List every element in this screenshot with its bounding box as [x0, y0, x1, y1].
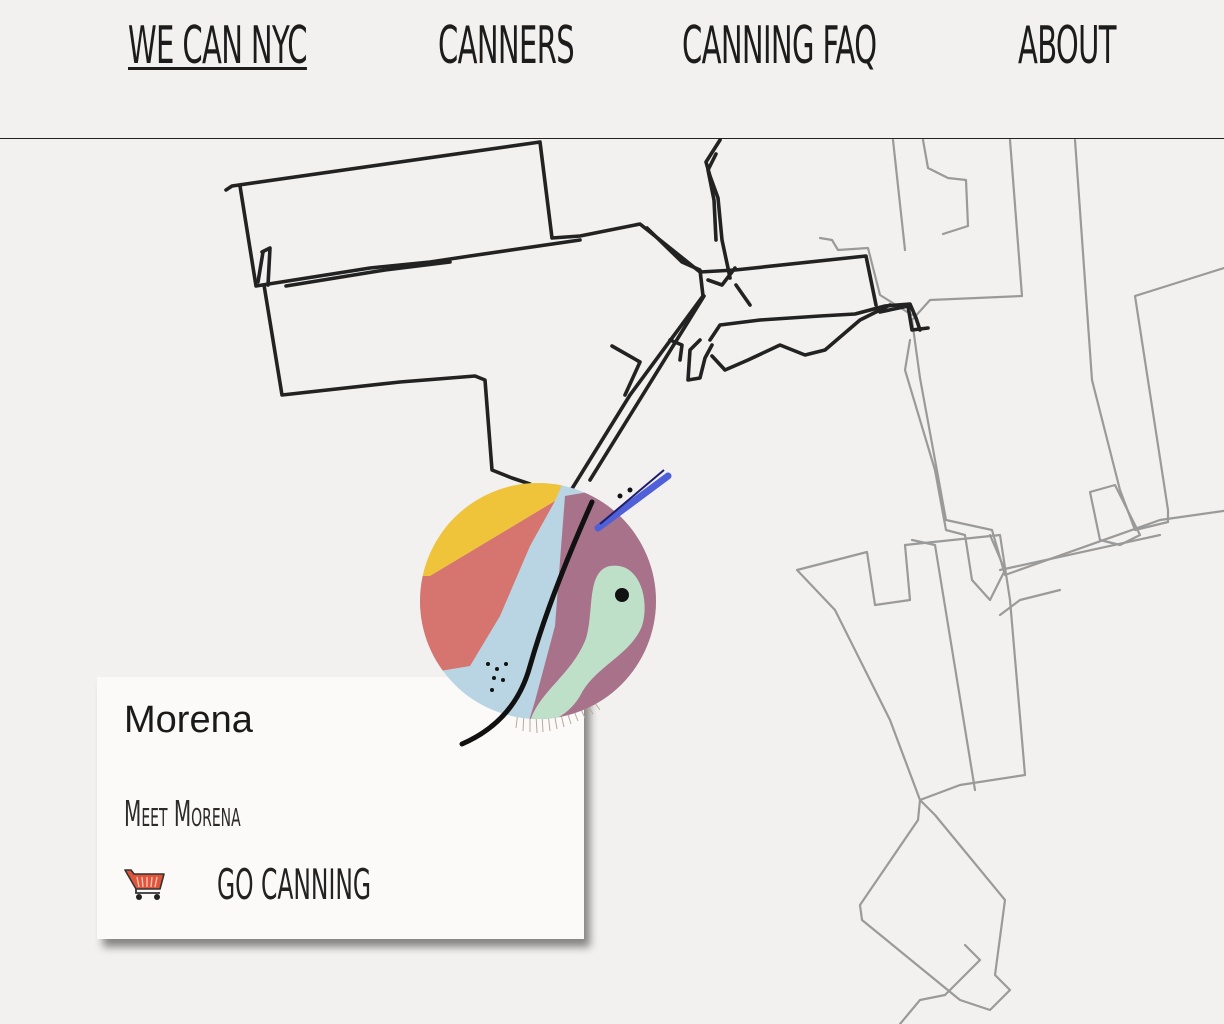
secondary-routes: [795, 139, 1224, 1024]
nav-canners[interactable]: CANNERS: [438, 14, 575, 78]
shopping-cart-icon[interactable]: [124, 867, 166, 901]
canner-marker-icon[interactable]: [410, 466, 680, 751]
go-canning-link[interactable]: GO CANNING: [217, 860, 371, 909]
popup-title: Morena: [124, 699, 253, 741]
meet-canner-link[interactable]: Meet Morena: [124, 794, 241, 835]
primary-routes: [224, 139, 930, 502]
nav-canning-faq[interactable]: CANNING FAQ: [682, 14, 877, 78]
marker-orb: [420, 483, 656, 719]
page: WE CAN NYC CANNERS CANNING FAQ ABOUT Mor…: [0, 0, 1224, 1024]
top-navigation: WE CAN NYC CANNERS CANNING FAQ ABOUT: [0, 0, 1224, 139]
nav-about[interactable]: ABOUT: [1018, 14, 1116, 78]
nav-we-can-nyc[interactable]: WE CAN NYC: [128, 14, 308, 78]
